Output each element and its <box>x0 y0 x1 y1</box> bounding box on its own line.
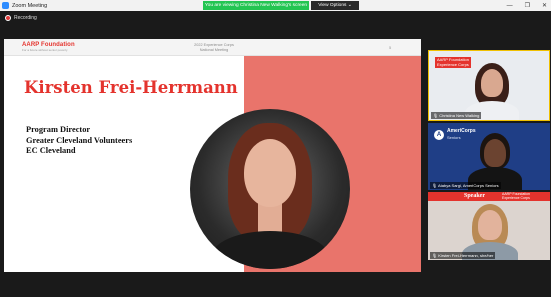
shared-slide: AARP Foundation For a future without sen… <box>4 39 421 272</box>
overlay-logo-sub: Experience Corps <box>437 61 469 67</box>
portrait-shirt <box>212 231 328 269</box>
participant-video-tile[interactable]: AARP Foundation Experience Corps 🎙︎ Chri… <box>428 50 550 121</box>
speaker-banner-logo: AARP Foundation Experience Corps <box>502 192 530 201</box>
app-title-group: Zoom Meeting <box>2 1 47 10</box>
participant-face <box>478 210 502 240</box>
role-line: Greater Cleveland Volunteers <box>26 135 133 145</box>
americorps-a-icon: A <box>434 130 444 140</box>
portrait-neck <box>258 203 282 233</box>
maximize-button[interactable]: ❐ <box>525 2 530 9</box>
zoom-app-icon <box>2 2 9 9</box>
aarp-logo-overlay: AARP Foundation Experience Corps <box>435 57 471 69</box>
role-line: Program Director <box>26 125 91 134</box>
speaker-portrait <box>190 109 350 269</box>
participant-name: Atabya Sargi, AmeriCorps Seniors <box>437 183 499 188</box>
americorps-word: AmeriCorps <box>447 128 476 134</box>
mic-icon: 🎙︎ <box>432 253 438 258</box>
meeting-title-line2: National Meeting <box>199 47 229 52</box>
minimize-button[interactable]: — <box>507 3 513 9</box>
logo-tagline: For a future without senior poverty <box>22 48 68 52</box>
window-title: Zoom Meeting <box>12 2 48 9</box>
meeting-title: 2022 Experience Corps National Meeting <box>184 43 244 52</box>
recording-indicator[interactable]: Recording <box>5 15 37 21</box>
mic-muted-icon: 🎙︎ <box>433 113 439 118</box>
title-bar: Zoom Meeting You are viewing Christina N… <box>0 0 551 11</box>
speaker-name: Kirsten Frei-Herrmann <box>24 78 238 97</box>
close-button[interactable]: ✕ <box>542 2 547 9</box>
recording-label: Recording <box>14 15 37 21</box>
participant-name-label: 🎙︎ Christina New Walking <box>431 112 482 119</box>
slide-header: AARP Foundation For a future without sen… <box>4 39 421 56</box>
americorps-logo: A AmeriCorps Seniors <box>434 128 476 141</box>
speaker-role: Program Director Greater Cleveland Volun… <box>26 125 132 157</box>
view-options-button[interactable]: View Options ⌄ <box>311 1 359 10</box>
participant-name-label: 🎙︎ Kirsten Frei-Herrmann, she/her <box>430 252 496 259</box>
participant-video-tile[interactable]: Speaker AARP Foundation Experience Corps… <box>428 192 550 260</box>
participant-name: Kirsten Frei-Herrmann, she/her <box>438 253 494 258</box>
screen-share-banner: You are viewing Christina New Walking's … <box>203 1 309 10</box>
speaker-logo-sub: Experience Corps <box>502 195 530 200</box>
participant-video-tile[interactable]: A AmeriCorps Seniors 🎙︎ Atabya Sargi, Am… <box>428 123 550 190</box>
americorps-sub: Seniors <box>447 134 461 140</box>
mic-muted-icon: 🎙︎ <box>432 183 438 188</box>
aarp-foundation-logo: AARP Foundation For a future without sen… <box>22 42 75 52</box>
speaker-label: Speaker <box>464 193 485 199</box>
portrait-face <box>244 139 296 207</box>
slide-page-number: 5 <box>389 45 392 50</box>
record-icon <box>5 15 11 21</box>
participant-face <box>484 139 506 167</box>
americorps-text: AmeriCorps Seniors <box>447 128 476 141</box>
window-controls: — ❐ ✕ <box>507 0 547 11</box>
participant-name-label: 🎙︎ Atabya Sargi, AmeriCorps Seniors <box>430 182 501 189</box>
speaker-banner: Speaker AARP Foundation Experience Corps <box>428 192 550 201</box>
role-line: EC Cleveland <box>26 146 76 155</box>
participant-name: Christina New Walking <box>439 113 480 118</box>
participant-face <box>481 69 503 97</box>
